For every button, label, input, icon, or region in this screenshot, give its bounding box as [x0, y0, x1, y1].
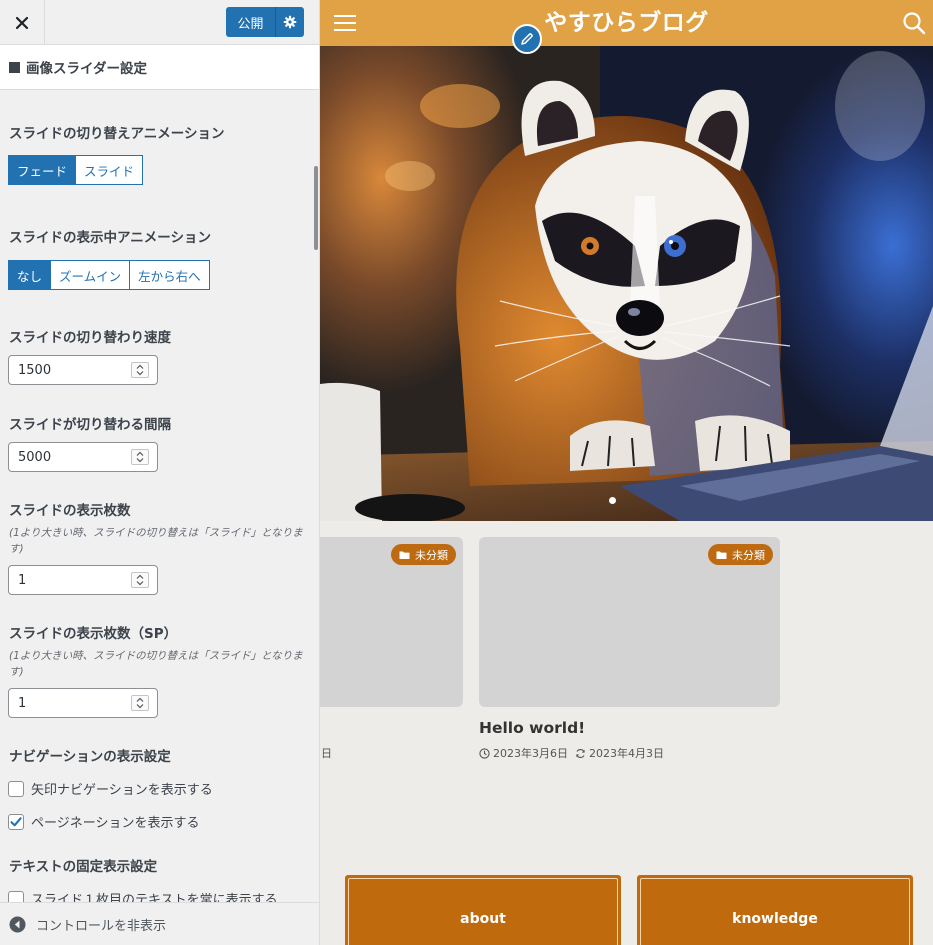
post-published-date: 2023年3月6日: [493, 747, 568, 760]
post-title[interactable]: Hello world!: [479, 719, 585, 737]
transition-animation-control: フェード スライド: [8, 155, 144, 185]
close-icon: [15, 16, 29, 29]
controls-panel: スライドの切り替えアニメーション フェード スライド スライドの表示中アニメーシ…: [0, 90, 319, 902]
category-badge-label: 未分類: [415, 548, 448, 562]
pagination-checkbox[interactable]: [8, 813, 24, 830]
close-customizer-button[interactable]: [0, 0, 45, 45]
slides-count-input-wrap: [8, 565, 158, 595]
slides-count-input[interactable]: [9, 566, 124, 594]
section-title-text: 画像スライダー設定: [26, 61, 147, 77]
check-icon: [10, 816, 22, 826]
square-bullet-icon: [9, 61, 20, 73]
post-card-thumbnail[interactable]: 未分類: [320, 537, 463, 707]
slides-count-description: (1より大きい時、スライドの切り替えは「スライド」となります): [9, 527, 303, 555]
transition-animation-label: スライドの切り替えアニメーション: [9, 126, 225, 142]
category-badge[interactable]: 未分類: [391, 544, 456, 565]
slides-count-stepper[interactable]: [131, 572, 149, 588]
display-none-button[interactable]: なし: [9, 261, 52, 289]
search-icon[interactable]: [902, 11, 926, 35]
post-card-thumbnail[interactable]: 未分類: [479, 537, 780, 707]
raccoon-slide-image: [320, 46, 933, 521]
pagination-row: ページネーションを表示する: [8, 812, 199, 831]
clock-icon: [479, 747, 490, 759]
pencil-icon: [521, 33, 533, 45]
publish-settings-button[interactable]: [276, 7, 304, 37]
publish-button[interactable]: 公開: [226, 7, 276, 37]
arrow-navigation-label: 矢印ナビゲーションを表示する: [31, 783, 213, 798]
slides-count-sp-stepper[interactable]: [131, 695, 149, 711]
publish-button-group: 公開: [226, 7, 304, 37]
image-slider: [320, 46, 933, 521]
arrow-navigation-row: 矢印ナビゲーションを表示する: [8, 779, 213, 798]
interval-input-wrap: [8, 442, 158, 472]
folder-icon: [716, 551, 727, 559]
interval-label: スライドが切り替わる間隔: [9, 417, 171, 433]
refresh-icon: [576, 748, 585, 758]
transition-slide-button[interactable]: スライド: [76, 156, 142, 184]
nav-box-knowledge[interactable]: knowledge: [637, 875, 913, 945]
spin-arrows-icon: [136, 574, 144, 586]
pagination-label: ページネーションを表示する: [31, 816, 200, 831]
folder-icon: [399, 551, 410, 559]
display-left-to-right-button[interactable]: 左から右へ: [130, 261, 209, 289]
edit-shortcut-button[interactable]: [512, 24, 542, 54]
display-animation-control: なし ズームイン 左から右へ: [8, 260, 210, 290]
slides-count-sp-description: (1より大きい時、スライドの切り替えは「スライド」となります): [9, 650, 303, 678]
speed-input-wrap: [8, 355, 158, 385]
slides-count-sp-input[interactable]: [9, 689, 124, 717]
collapse-icon: [9, 916, 26, 932]
slides-count-label: スライドの表示枚数: [9, 503, 131, 519]
category-badge-label: 未分類: [732, 548, 765, 562]
sidebar-scrollbar[interactable]: [314, 166, 318, 250]
speed-stepper[interactable]: [131, 362, 149, 378]
site-header: やすひらブログ: [320, 0, 933, 46]
interval-input[interactable]: [9, 443, 124, 471]
section-title: 画像スライダー設定: [0, 45, 319, 90]
post-meta: 2023年3月6日 2023年4月3日: [479, 745, 664, 761]
slider-pagination-dot[interactable]: [609, 497, 616, 504]
post-updated-date: 2023年4月3日: [589, 747, 664, 760]
spin-arrows-icon: [136, 451, 144, 463]
post-meta-partial: 日: [321, 747, 332, 760]
slides-count-sp-label: スライドの表示枚数（SP）: [9, 626, 178, 642]
gear-icon: [283, 15, 297, 29]
first-slide-text-row: スライド１枚目のテキストを常に表示する: [8, 889, 278, 902]
site-title[interactable]: やすひらブログ: [320, 0, 933, 46]
hide-controls-label: コントロールを非表示: [36, 918, 167, 934]
arrow-navigation-checkbox[interactable]: [8, 780, 24, 797]
spin-arrows-icon: [136, 697, 144, 709]
first-slide-text-label: スライド１枚目のテキストを常に表示する: [31, 893, 278, 902]
category-badge[interactable]: 未分類: [708, 544, 773, 565]
navigation-label: ナビゲーションの表示設定: [9, 749, 171, 765]
text-fixed-label: テキストの固定表示設定: [9, 859, 158, 875]
customizer-sidebar: 公開 画像スライダー設定 スライドの切り替えアニメーション フェード スライド …: [0, 0, 320, 945]
nav-box-about[interactable]: about: [345, 875, 621, 945]
spin-arrows-icon: [136, 364, 144, 376]
display-animation-label: スライドの表示中アニメーション: [9, 230, 211, 246]
site-preview: やすひらブログ 未分類 日 未分類 Hello world! 2023年3月6日…: [320, 0, 933, 945]
speed-input[interactable]: [9, 356, 124, 384]
first-slide-text-checkbox[interactable]: [8, 890, 24, 902]
nav-box-knowledge-label: knowledge: [640, 878, 910, 945]
customizer-header: 公開: [0, 0, 319, 45]
display-zoomin-button[interactable]: ズームイン: [51, 261, 131, 289]
speed-label: スライドの切り替わり速度: [9, 330, 171, 346]
nav-box-about-label: about: [348, 878, 618, 945]
interval-stepper[interactable]: [131, 449, 149, 465]
slides-count-sp-input-wrap: [8, 688, 158, 718]
hide-controls-button[interactable]: コントロールを非表示: [0, 902, 319, 945]
transition-fade-button[interactable]: フェード: [9, 156, 77, 184]
